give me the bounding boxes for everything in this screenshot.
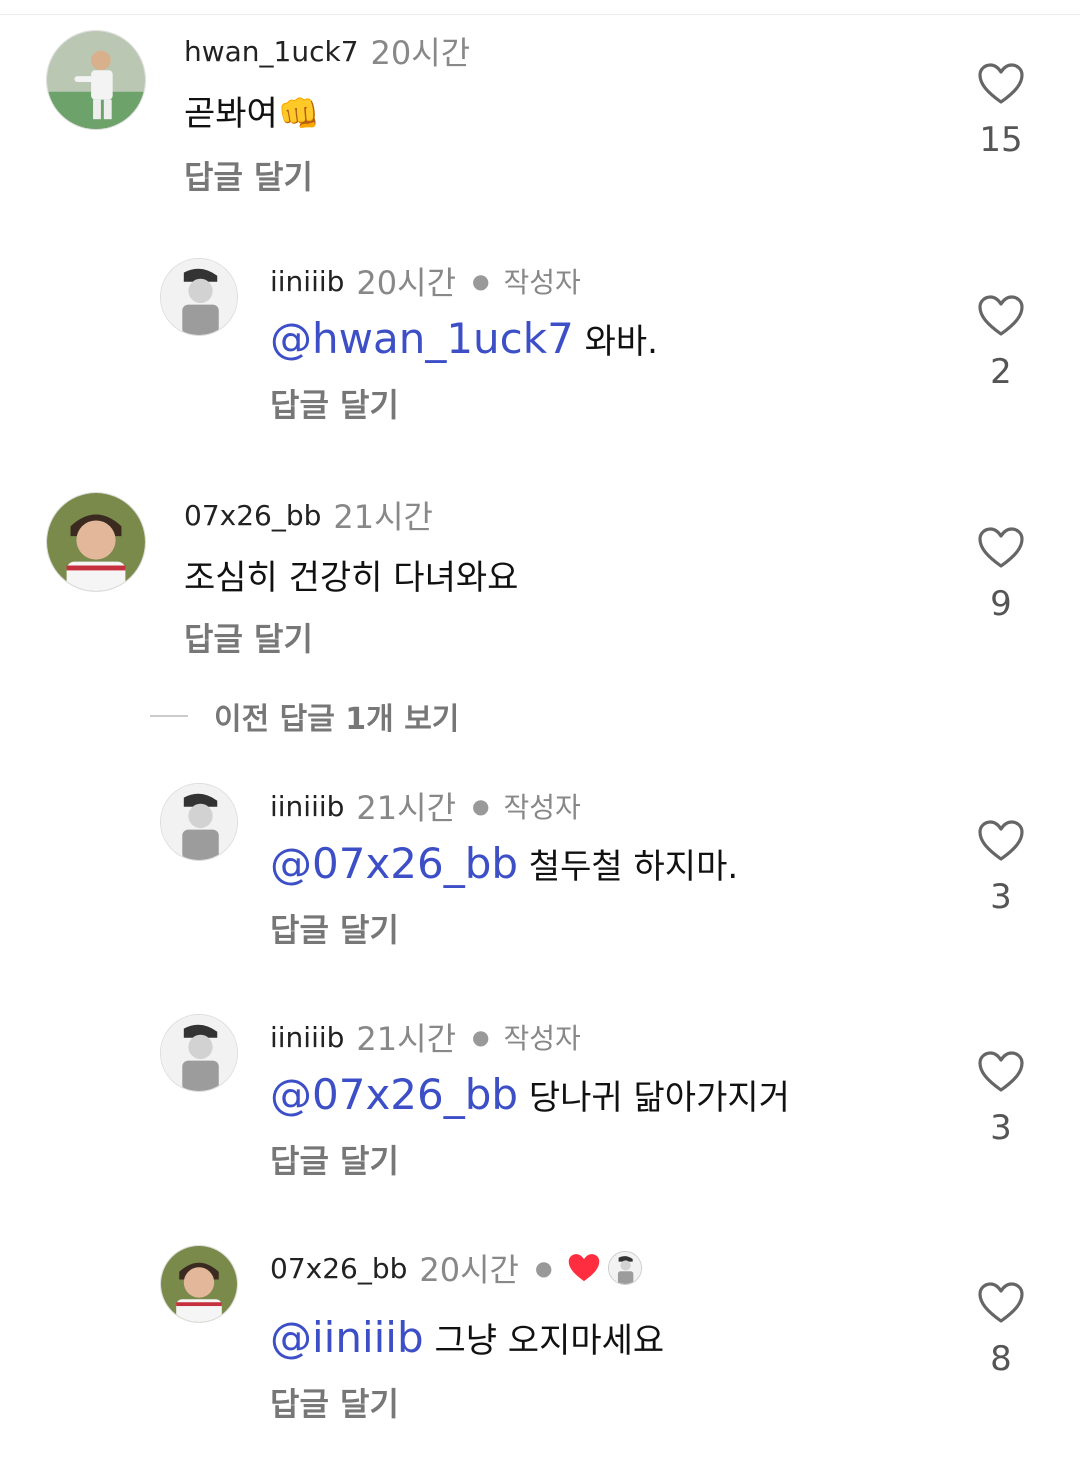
- reply-item: iiniiib 20시간 ● 작성자 @hwan_1uck7 와바. 답글 달기…: [0, 258, 1080, 458]
- author-liked-indicator: [566, 1251, 643, 1285]
- comment-text: 곧봐여👊: [184, 86, 320, 135]
- comment-item: hwan_1uck7 20시간 곧봐여👊 답글 달기 15: [0, 28, 1080, 228]
- avatar[interactable]: [160, 783, 238, 861]
- comment-text: @07x26_bb 철두철 하지마.: [270, 839, 738, 888]
- reply-button[interactable]: 답글 달기: [270, 1136, 399, 1182]
- timestamp: 21시간: [333, 498, 433, 536]
- mention-link[interactable]: @iiniiib: [270, 1313, 424, 1362]
- comment-text: @hwan_1uck7 와바.: [270, 314, 658, 363]
- heart-outline-icon[interactable]: [977, 819, 1025, 863]
- view-previous-replies[interactable]: 이전 답글 1개 보기: [150, 694, 459, 738]
- timestamp: 20시간: [419, 1251, 519, 1289]
- reply-button[interactable]: 답글 달기: [184, 152, 313, 198]
- separator-dot: ●: [472, 794, 490, 818]
- like-count: 9: [990, 584, 1012, 624]
- heart-filled-icon: [569, 1254, 600, 1282]
- timestamp: 20시간: [356, 264, 457, 302]
- avatar[interactable]: [160, 258, 238, 336]
- avatar[interactable]: [46, 492, 146, 592]
- comment-meta: 07x26_bb 21시간: [184, 492, 433, 538]
- like-count: 15: [979, 120, 1023, 160]
- username[interactable]: iiniiib: [270, 1021, 344, 1054]
- heart-outline-icon[interactable]: [977, 1281, 1025, 1325]
- comment-text: @iiniiib 그냥 오지마세요: [270, 1313, 664, 1362]
- comment-item: 07x26_bb 21시간 조심히 건강히 다녀와요 답글 달기 9: [0, 492, 1080, 692]
- comment-meta: iiniiib 20시간 ● 작성자: [270, 258, 581, 304]
- reply-button[interactable]: 답글 달기: [270, 1379, 399, 1425]
- comment-text: 조심히 건강히 다녀와요: [184, 550, 518, 599]
- like-count: 2: [990, 352, 1012, 392]
- separator-dot: ●: [472, 269, 490, 293]
- mention-link[interactable]: @07x26_bb: [270, 839, 518, 888]
- separator-dot: ●: [534, 1256, 553, 1280]
- reply-button[interactable]: 답글 달기: [270, 905, 399, 951]
- comment-text: @07x26_bb 당나귀 닮아가지거: [270, 1070, 790, 1119]
- thread-line: [150, 715, 188, 717]
- like-control: 8: [966, 1281, 1036, 1379]
- mention-link[interactable]: @07x26_bb: [270, 1070, 518, 1119]
- separator-dot: ●: [472, 1025, 490, 1049]
- reply-item: iiniiib 21시간 ● 작성자 @07x26_bb 철두철 하지마. 답글…: [0, 783, 1080, 983]
- reply-item: 07x26_bb 20시간 ● @iiniiib 그냥 오지마세요 답글 달기 …: [0, 1245, 1080, 1445]
- username[interactable]: iiniiib: [270, 265, 344, 298]
- username[interactable]: 07x26_bb: [184, 499, 321, 532]
- view-previous-label[interactable]: 이전 답글 1개 보기: [214, 694, 459, 738]
- comment-meta: iiniiib 21시간 ● 작성자: [270, 1014, 581, 1060]
- like-control: 15: [966, 62, 1036, 160]
- heart-outline-icon[interactable]: [977, 526, 1025, 570]
- comment-body: 조심히 건강히 다녀와요: [184, 558, 519, 598]
- like-count: 8: [990, 1339, 1012, 1379]
- username[interactable]: 07x26_bb: [270, 1252, 407, 1285]
- top-divider: [0, 14, 1080, 15]
- comment-meta: 07x26_bb 20시간 ●: [270, 1245, 643, 1291]
- like-control: 3: [966, 819, 1036, 917]
- author-mini-avatar: [608, 1251, 643, 1285]
- reply-button[interactable]: 답글 달기: [270, 380, 399, 426]
- comment-body: 당나귀 닮아가지거: [528, 1078, 790, 1118]
- timestamp: 21시간: [356, 1020, 457, 1058]
- comment-body: 와바.: [584, 322, 658, 362]
- mention-link[interactable]: @hwan_1uck7: [270, 314, 574, 363]
- username[interactable]: iiniiib: [270, 790, 344, 823]
- author-badge: 작성자: [503, 791, 581, 824]
- avatar[interactable]: [160, 1014, 238, 1092]
- timestamp: 21시간: [356, 789, 457, 827]
- author-badge: 작성자: [503, 1022, 581, 1055]
- username[interactable]: hwan_1uck7: [184, 35, 359, 68]
- comment-body: 철두철 하지마.: [528, 847, 739, 887]
- avatar[interactable]: [160, 1245, 238, 1323]
- heart-outline-icon[interactable]: [977, 62, 1025, 106]
- comment-body: 그냥 오지마세요: [434, 1321, 665, 1361]
- like-control: 9: [966, 526, 1036, 624]
- reply-button[interactable]: 답글 달기: [184, 614, 313, 660]
- comment-body: 곧봐여: [184, 94, 278, 134]
- fist-emoji: 👊: [277, 94, 321, 134]
- like-control: 2: [966, 294, 1036, 392]
- author-badge: 작성자: [503, 266, 581, 299]
- reply-item: iiniiib 21시간 ● 작성자 @07x26_bb 당나귀 닮아가지거 답…: [0, 1014, 1080, 1214]
- heart-outline-icon[interactable]: [977, 294, 1025, 338]
- comment-meta: hwan_1uck7 20시간: [184, 28, 470, 74]
- like-control: 3: [966, 1050, 1036, 1148]
- heart-outline-icon[interactable]: [977, 1050, 1025, 1094]
- avatar[interactable]: [46, 30, 146, 130]
- like-count: 3: [990, 1108, 1012, 1148]
- like-count: 3: [990, 877, 1012, 917]
- timestamp: 20시간: [370, 34, 471, 72]
- comment-meta: iiniiib 21시간 ● 작성자: [270, 783, 581, 829]
